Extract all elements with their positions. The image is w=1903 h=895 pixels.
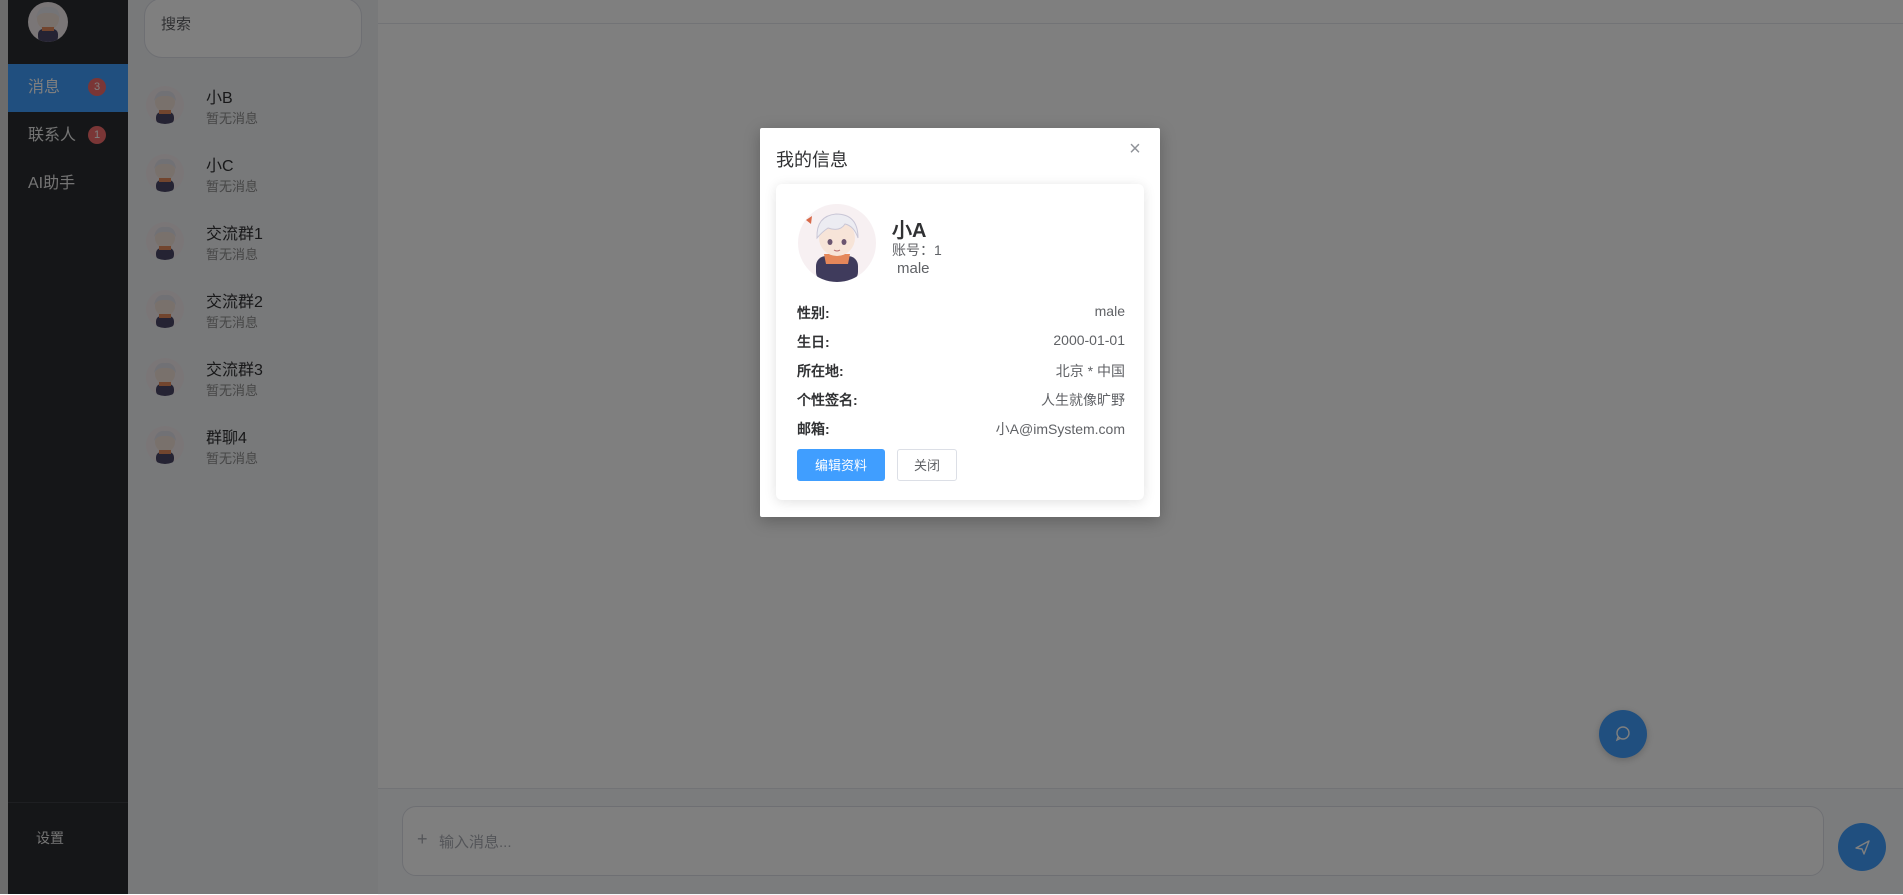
info-label: 所在地:	[797, 363, 844, 379]
info-value: male	[1094, 303, 1125, 319]
info-row-email: 邮箱: 小A@imSystem.com	[797, 419, 1125, 441]
close-icon[interactable]: ×	[1124, 138, 1146, 160]
avatar-image-icon	[806, 213, 859, 282]
edit-profile-button[interactable]: 编辑资料	[797, 449, 885, 481]
info-value: 人生就像旷野	[1041, 392, 1125, 408]
info-value: 小A@imSystem.com	[995, 421, 1125, 437]
info-row-birthday: 生日: 2000-01-01	[797, 332, 1125, 354]
dialog-title: 我的信息	[776, 150, 848, 170]
profile-name: 小A	[892, 220, 927, 242]
profile-account: 账号：1	[892, 242, 942, 258]
info-value: 2000-01-01	[1053, 332, 1125, 348]
info-label: 性别:	[797, 305, 830, 321]
profile-gender: male	[897, 260, 930, 277]
info-row-gender: 性别: male	[797, 303, 1125, 325]
profile-avatar	[798, 204, 876, 282]
info-row-signature: 个性签名: 人生就像旷野	[797, 390, 1125, 412]
close-button[interactable]: 关闭	[897, 449, 957, 481]
profile-card: 小A 账号：1 male 性别: male 生日: 2000-01-01 所在地…	[776, 184, 1144, 500]
info-label: 个性签名:	[797, 392, 858, 408]
info-label: 邮箱:	[797, 421, 830, 437]
info-row-location: 所在地: 北京 * 中国	[797, 361, 1125, 383]
info-label: 生日:	[797, 334, 830, 350]
info-value: 北京 * 中国	[1055, 363, 1125, 379]
my-info-dialog: 我的信息 × 小A 账号：1 male 性别: male 生日: 2000-01…	[760, 128, 1160, 517]
